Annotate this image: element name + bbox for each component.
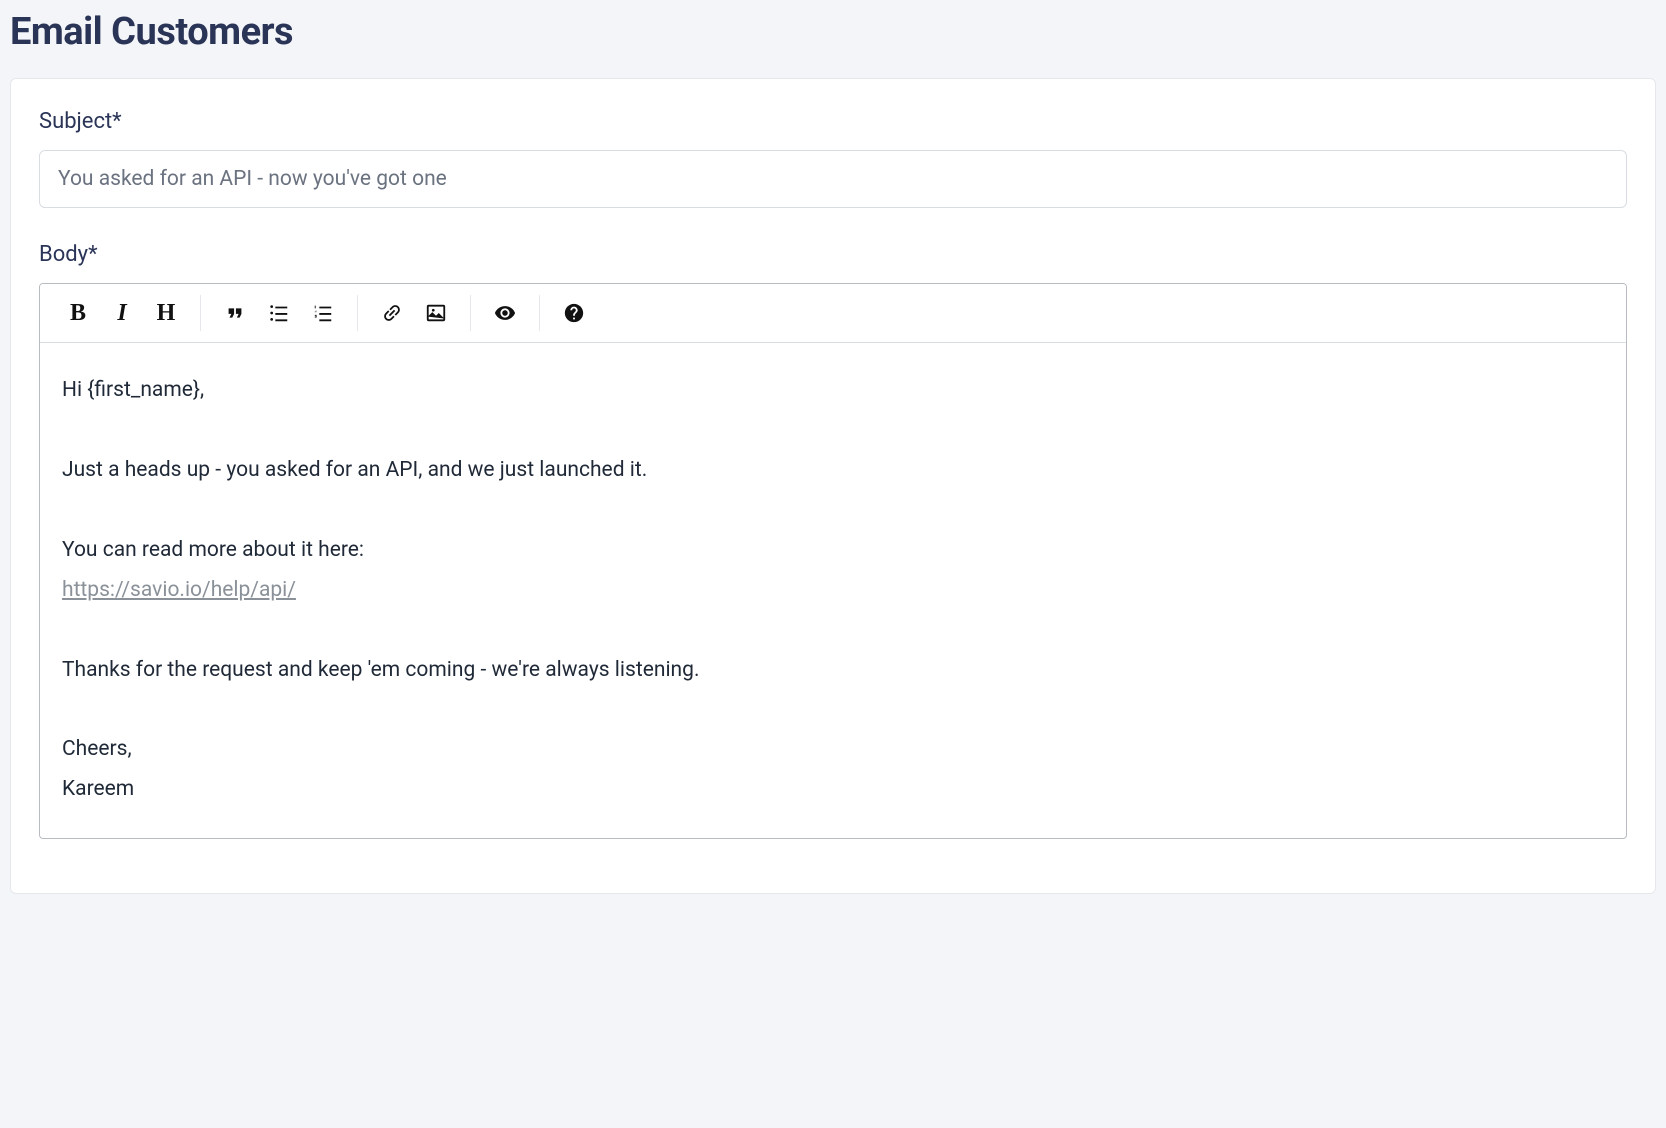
- subject-input[interactable]: [39, 150, 1627, 208]
- bold-icon: B: [70, 301, 86, 325]
- body-label: Body*: [39, 242, 1627, 267]
- body-link-paragraph: You can read more about it here: https:/…: [62, 531, 1604, 611]
- preview-button[interactable]: [483, 294, 527, 332]
- toolbar-group-view: [475, 294, 535, 332]
- link-icon: [381, 302, 403, 324]
- eye-icon: [494, 302, 516, 324]
- image-icon: [425, 302, 447, 324]
- help-button[interactable]: [552, 294, 596, 332]
- body-link[interactable]: https://savio.io/help/api/: [62, 578, 296, 602]
- toolbar-divider: [539, 295, 540, 331]
- toolbar-group-block: [205, 294, 353, 332]
- subject-field-group: Subject*: [39, 109, 1627, 208]
- toolbar-group-insert: [362, 294, 466, 332]
- help-icon: [563, 302, 585, 324]
- body-greeting: Hi {first_name},: [62, 371, 1604, 411]
- toolbar-divider: [200, 295, 201, 331]
- body-closing: Cheers, Kareem: [62, 730, 1604, 810]
- subject-label: Subject*: [39, 109, 1627, 134]
- italic-button[interactable]: I: [100, 294, 144, 332]
- unordered-list-button[interactable]: [257, 294, 301, 332]
- bold-button[interactable]: B: [56, 294, 100, 332]
- body-line-1: Just a heads up - you asked for an API, …: [62, 451, 1604, 491]
- body-field-group: Body* B I H: [39, 242, 1627, 839]
- toolbar-group-text: B I H: [48, 294, 196, 332]
- editor-toolbar: B I H: [40, 284, 1626, 343]
- italic-icon: I: [117, 301, 126, 325]
- rich-text-editor: B I H: [39, 283, 1627, 839]
- quote-icon: [224, 302, 246, 324]
- body-line-2: You can read more about it here:: [62, 538, 364, 562]
- body-closing-1: Cheers,: [62, 737, 132, 761]
- heading-button[interactable]: H: [144, 294, 188, 332]
- unordered-list-icon: [268, 302, 290, 324]
- toolbar-divider: [470, 295, 471, 331]
- body-closing-2: Kareem: [62, 777, 134, 801]
- ordered-list-icon: [312, 302, 334, 324]
- quote-button[interactable]: [213, 294, 257, 332]
- toolbar-group-help: [544, 294, 604, 332]
- heading-icon: H: [157, 301, 176, 325]
- ordered-list-button[interactable]: [301, 294, 345, 332]
- toolbar-divider: [357, 295, 358, 331]
- link-button[interactable]: [370, 294, 414, 332]
- body-line-3: Thanks for the request and keep 'em comi…: [62, 651, 1604, 691]
- page-title: Email Customers: [10, 10, 1656, 54]
- image-button[interactable]: [414, 294, 458, 332]
- email-form-card: Subject* Body* B I H: [10, 78, 1656, 894]
- editor-body[interactable]: Hi {first_name}, Just a heads up - you a…: [40, 343, 1626, 838]
